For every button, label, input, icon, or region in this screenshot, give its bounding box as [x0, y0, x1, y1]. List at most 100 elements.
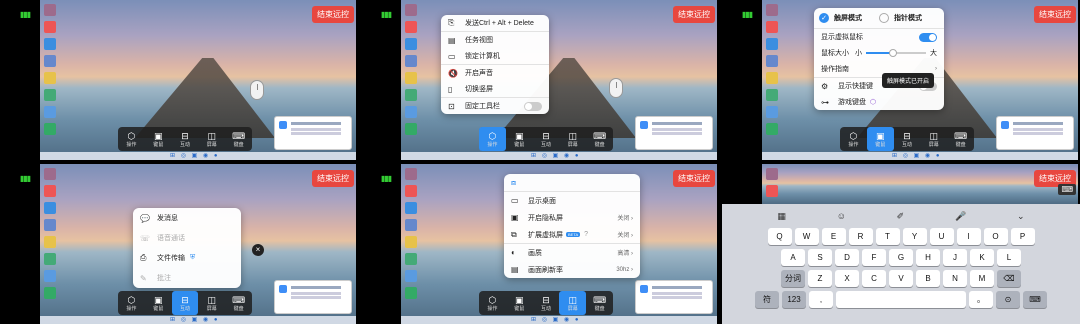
key-D[interactable]: D: [835, 249, 859, 266]
game-keyboard-row[interactable]: ⊶ 游戏键盘 ⬡: [814, 94, 944, 110]
toolbar-ops[interactable]: ⬡ 操作: [840, 127, 867, 151]
toolbar-interact[interactable]: ⊟ 互动: [533, 291, 560, 315]
key-⊙[interactable]: ⊙: [996, 291, 1020, 308]
toolbar-ops[interactable]: ⬡ 操作: [118, 291, 145, 315]
menu-item-sound[interactable]: 🔇 开启声音: [441, 65, 549, 81]
close-icon[interactable]: ×: [252, 244, 264, 256]
key-L[interactable]: L: [997, 249, 1021, 266]
key-T[interactable]: T: [875, 228, 900, 245]
end-remote-button[interactable]: 结束远控: [312, 6, 354, 23]
menu-item-message[interactable]: 💬 发消息: [133, 208, 241, 228]
key-E[interactable]: E: [821, 228, 846, 245]
virtual-mouse-icon[interactable]: [609, 78, 623, 98]
end-remote-button[interactable]: 结束远控: [312, 170, 354, 187]
key-123[interactable]: 123: [782, 291, 806, 308]
key-S[interactable]: S: [808, 249, 832, 266]
key-。[interactable]: 。: [969, 291, 993, 308]
toolbar-screen[interactable]: ◫ 屏幕: [559, 127, 586, 151]
key-,[interactable]: ,: [809, 291, 833, 308]
key-U[interactable]: U: [929, 228, 954, 245]
toolbar-interact[interactable]: ⊟ 互动: [172, 127, 199, 151]
remote-toolbar[interactable]: ⬡ 操作 ▣ 键鼠 ⊟ 互动 ◫ 屏幕 ⌨ 键盘: [479, 291, 613, 315]
remote-toolbar[interactable]: ⬡ 操作 ▣ 键鼠 ⊟ 互动 ◫ 屏幕 ⌨ 键盘: [840, 127, 974, 151]
key-Q[interactable]: Q: [767, 228, 792, 245]
toolbar-ops[interactable]: ⬡ 操作: [479, 291, 506, 315]
key-符[interactable]: 符: [755, 291, 779, 308]
key-⌨[interactable]: ⌨: [1023, 291, 1047, 308]
desktop-icons[interactable]: [405, 168, 419, 304]
toolbar-keys[interactable]: ▣ 键鼠: [506, 127, 533, 151]
keyboard-toggle-icon[interactable]: ⌨: [1058, 184, 1076, 195]
toolbar-keyboard[interactable]: ⌨ 键盘: [586, 127, 613, 151]
key-F[interactable]: F: [862, 249, 886, 266]
show-mouse-row[interactable]: 显示虚拟鼠标: [814, 29, 944, 45]
toolbar-screen[interactable]: ◫ 屏幕: [920, 127, 947, 151]
toolbar-keys[interactable]: ▣ 键鼠: [866, 127, 894, 151]
key-X[interactable]: X: [835, 270, 859, 287]
key-M[interactable]: M: [970, 270, 994, 287]
key-N[interactable]: N: [943, 270, 967, 287]
menu-item-privacy[interactable]: ▣ 开启隐私屏 关闭 ›: [504, 209, 640, 226]
key-G[interactable]: G: [889, 249, 913, 266]
pointer-mode-option[interactable]: 指针模式: [879, 13, 939, 23]
mouse-size-slider[interactable]: [866, 49, 926, 57]
edit-icon[interactable]: ✐: [897, 211, 905, 222]
menu-item-lock[interactable]: ▭ 锁定计算机: [441, 48, 549, 64]
toolbar-screen[interactable]: ◫ 屏幕: [198, 291, 225, 315]
menu-item-ctrl-alt-del[interactable]: ⎘ 发送Ctrl + Alt + Delete: [441, 15, 549, 31]
remote-toolbar[interactable]: ⬡ 操作 ▣ 键鼠 ⊟ 互动 ◫ 屏幕 ⌨ 键盘: [118, 291, 252, 315]
key-P[interactable]: P: [1010, 228, 1035, 245]
toolbar-keyboard[interactable]: ⌨ 键盘: [947, 127, 974, 151]
key-R[interactable]: R: [848, 228, 873, 245]
key-J[interactable]: J: [943, 249, 967, 266]
end-remote-button[interactable]: 结束远控: [1034, 6, 1076, 23]
toolbar-keys[interactable]: ▣ 键鼠: [145, 127, 172, 151]
key-A[interactable]: A: [781, 249, 805, 266]
mic-icon[interactable]: 🎤: [955, 211, 966, 222]
pin-toolbar-toggle[interactable]: [524, 101, 542, 111]
toolbar-screen[interactable]: ◫ 屏幕: [198, 127, 225, 151]
emoji-icon[interactable]: ☺: [837, 211, 846, 221]
toolbar-keyboard[interactable]: ⌨ 键盘: [225, 291, 252, 315]
key-W[interactable]: W: [794, 228, 819, 245]
menu-item-portrait[interactable]: ▯ 切换竖屏: [441, 81, 549, 97]
toolbar-keys[interactable]: ▣ 键鼠: [506, 291, 533, 315]
show-mouse-toggle[interactable]: [919, 32, 937, 42]
end-remote-button[interactable]: 结束远控: [673, 6, 715, 23]
remote-toolbar[interactable]: ⬡ 操作 ▣ 键鼠 ⊟ 互动 ◫ 屏幕 ⌨ 键盘: [118, 127, 252, 151]
menu-item-show-desktop[interactable]: ▭ 显示桌面: [504, 192, 640, 209]
virtual-mouse-icon[interactable]: [250, 80, 264, 100]
toolbar-interact[interactable]: ⊟ 互动: [894, 127, 921, 151]
hide-keyboard-icon[interactable]: ⌄: [1017, 211, 1025, 222]
menu-item-voice[interactable]: ☏ 语音通话: [133, 228, 241, 248]
toolbar-keyboard[interactable]: ⌨ 键盘: [586, 291, 613, 315]
toolbar-ops[interactable]: ⬡ 操作: [479, 127, 506, 151]
end-remote-button[interactable]: 结束远控: [673, 170, 715, 187]
touch-mode-option[interactable]: ✓ 触屏模式: [819, 13, 879, 23]
key-C[interactable]: C: [862, 270, 886, 287]
toolbar-interact[interactable]: ⊟ 互动: [533, 127, 560, 151]
notification-card[interactable]: [635, 116, 713, 150]
key-space[interactable]: [836, 291, 966, 308]
notification-card[interactable]: [274, 116, 352, 150]
remote-toolbar[interactable]: ⬡ 操作 ▣ 键鼠 ⊟ 互动 ◫ 屏幕 ⌨ 键盘: [479, 127, 613, 151]
menu-item-quality[interactable]: ◐ 画质 高清 ›: [504, 244, 640, 261]
notification-card[interactable]: [274, 280, 352, 314]
key-I[interactable]: I: [956, 228, 981, 245]
menu-item-pin-toolbar[interactable]: ⊡ 固定工具栏: [441, 98, 549, 114]
menu-item-extend[interactable]: ⧉ 扩展虚拟屏 BETA? 关闭 ›: [504, 226, 640, 243]
desktop-icons[interactable]: [405, 4, 419, 140]
menu-item-annotate[interactable]: ✎ 批注: [133, 268, 241, 288]
key-Z[interactable]: Z: [808, 270, 832, 287]
toolbar-keys[interactable]: ▣ 键鼠: [145, 291, 172, 315]
menu-item-file[interactable]: ⎙ 文件传输 ⛨: [133, 248, 241, 268]
menu-item-refresh[interactable]: ▤ 画面刷新率 30hz ›: [504, 261, 640, 278]
key-B[interactable]: B: [916, 270, 940, 287]
key-⌫[interactable]: ⌫: [997, 270, 1021, 287]
desktop-icons[interactable]: [766, 4, 780, 140]
desktop-icons[interactable]: [44, 168, 58, 304]
toolbar-interact[interactable]: ⊟ 互动: [171, 291, 199, 315]
key-分词[interactable]: 分词: [781, 270, 805, 287]
help-icon[interactable]: ?: [584, 231, 588, 238]
key-K[interactable]: K: [970, 249, 994, 266]
